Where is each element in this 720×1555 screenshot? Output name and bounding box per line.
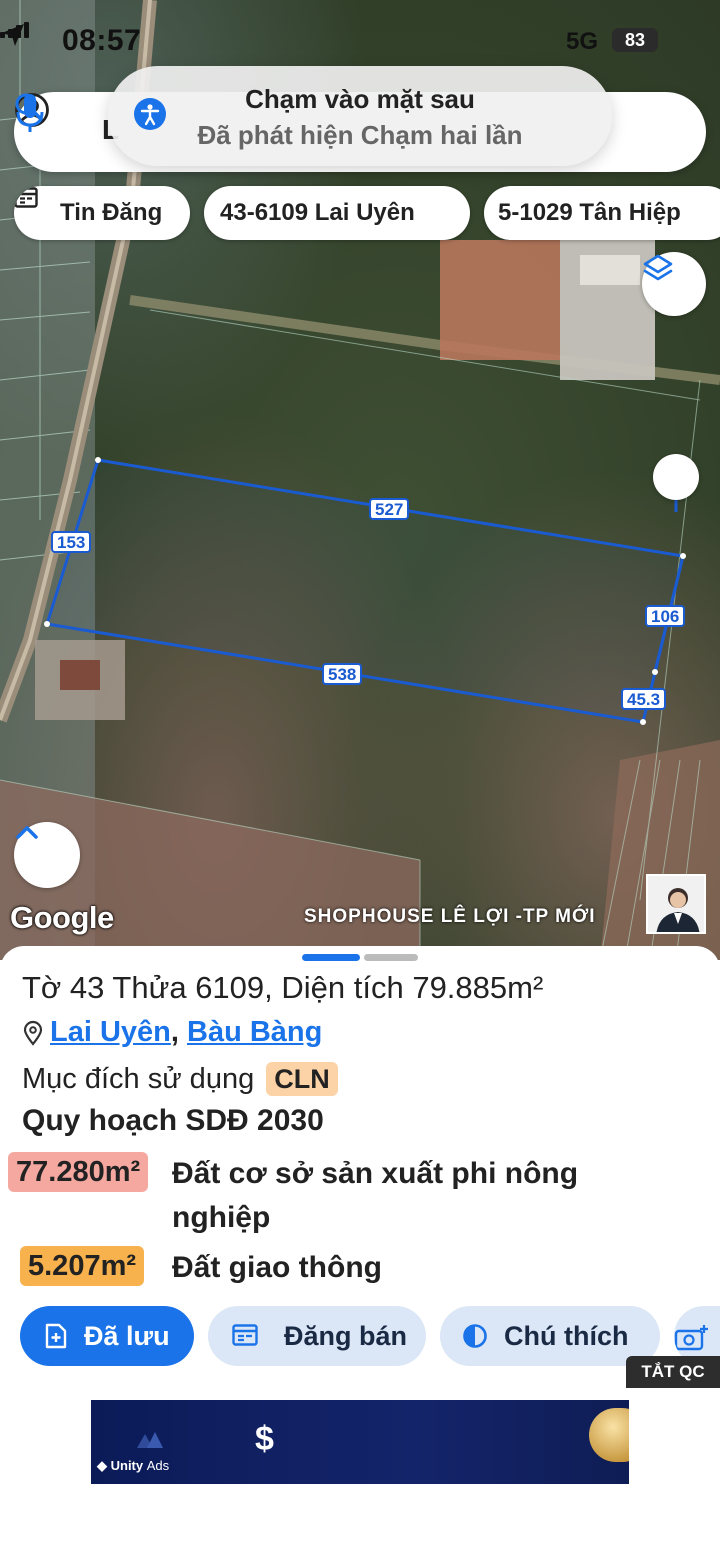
purpose-code-badge: CLN	[266, 1062, 338, 1096]
layers-icon	[643, 254, 673, 281]
dimension-label-top: 527	[369, 498, 410, 520]
dimension-label-southeast: 45.3	[621, 688, 667, 710]
dimension-label-bottom: 538	[322, 663, 363, 685]
battery-level: 83	[624, 30, 646, 50]
parcel-title: Tờ 43 Thửa 6109, Diện tích 79.885m²	[22, 970, 544, 1005]
map-drag-handle[interactable]	[653, 454, 699, 500]
contrast-icon	[463, 1324, 487, 1348]
parcel-boundary[interactable]	[45, 458, 685, 724]
parcel-info-sheet[interactable]: Tờ 43 Thửa 6109, Diện tích 79.885m² Lai …	[0, 946, 720, 1555]
location-separator: ,	[170, 1016, 179, 1048]
status-time: 08:57	[62, 24, 142, 57]
dimension-label-west: 153	[51, 531, 92, 553]
district-link[interactable]: Bàu Bàng	[187, 1016, 322, 1048]
legend-button-label: Chú thích	[504, 1321, 629, 1351]
area-badge: 77.280m²	[8, 1152, 149, 1192]
ad-brand-suffix: Ads	[146, 1458, 170, 1473]
google-logo: Google	[10, 900, 114, 935]
parcel-vertex	[680, 553, 686, 559]
house-roof	[60, 660, 100, 690]
toast-title: Chạm vào mặt sau	[245, 84, 475, 114]
network-type: 5G	[566, 28, 599, 55]
factory-roof	[580, 255, 640, 285]
ad-dollar-symbol: $	[255, 1420, 274, 1458]
clearing	[440, 240, 560, 360]
filter-chips: Tin Đăng 43-6109 Lai Uyên 5-1029 Tân Hiệ…	[0, 186, 720, 242]
ad-banner[interactable]: $ ◆ Unity Ads	[91, 1400, 629, 1484]
microphone-icon[interactable]	[14, 92, 46, 134]
satellite-map[interactable]: 527 153 106 538 45.3 Google SHOPHOUSE LÊ…	[0, 0, 720, 960]
chip-parcel-label: 43-6109 Lai Uyên	[220, 199, 415, 226]
person-icon	[656, 888, 700, 932]
purpose-label: Mục đích sử dụng	[22, 1063, 255, 1095]
chip-listings-label: Tin Đăng	[60, 199, 163, 226]
map-watermark: SHOPHOUSE LÊ LỢI -TP MỚI	[304, 906, 596, 927]
area-description: Đất giao thông	[172, 1251, 382, 1284]
land-use-purpose: Mục đích sử dụng CLN	[22, 1062, 338, 1096]
dimension-label-east: 106	[645, 605, 686, 627]
post-button-label: Đăng bán	[284, 1321, 408, 1351]
document-add-icon	[45, 1323, 67, 1349]
app-root: 527 153 106 538 45.3 Google SHOPHOUSE LÊ…	[0, 0, 720, 1555]
parcel-vertex	[95, 457, 101, 463]
add-photo-icon	[674, 1325, 708, 1351]
calendar-icon	[14, 187, 38, 208]
coin-image	[589, 1408, 629, 1462]
plan-title: Quy hoạch SDĐ 2030	[22, 1104, 324, 1137]
back-tap-toast: Chạm vào mặt sau Đã phát hiện Chạm hai l…	[108, 66, 612, 166]
ward-link[interactable]: Lai Uyên	[50, 1016, 171, 1048]
expand-up-button[interactable]	[14, 822, 80, 888]
post-for-sale-button[interactable]: Đăng bán	[208, 1306, 426, 1366]
signal-icon	[0, 22, 29, 38]
layers-button[interactable]	[642, 252, 706, 316]
chip-parcel-label: 5-1029 Tân Hiệp	[498, 199, 681, 226]
parcel-vertex	[44, 621, 50, 627]
sheet-handle[interactable]	[364, 954, 418, 961]
calendar-icon	[232, 1324, 258, 1346]
status-bar: 08:57 5G 83	[0, 22, 720, 62]
area-description: Đất cơ sở sản xuất phi nông nghiệp	[172, 1157, 579, 1234]
toast-subtitle: Đã phát hiện Chạm hai lần	[197, 120, 523, 150]
chip-parcel-lai-uyen[interactable]: 43-6109 Lai Uyên	[204, 186, 470, 240]
chevron-up-icon	[16, 826, 38, 839]
ad-brand: Unity	[110, 1458, 144, 1473]
saved-button[interactable]: Đã lưu	[20, 1306, 194, 1366]
parcel-vertex	[640, 719, 646, 725]
chip-listings[interactable]: Tin Đăng	[14, 186, 190, 240]
parcel-vertex	[652, 669, 658, 675]
chip-parcel-tan-hiep[interactable]: 5-1029 Tân Hiệp	[484, 186, 720, 240]
action-buttons: Đã lưu Đăng bán Chú thích	[0, 1306, 720, 1366]
hide-ads-button[interactable]: TẮT QC	[626, 1356, 720, 1388]
location-pin-icon	[23, 1021, 43, 1047]
parcel-location: Lai Uyên, Bàu Bàng	[22, 1016, 322, 1056]
sheet-handle-active[interactable]	[302, 954, 360, 961]
saved-button-label: Đã lưu	[84, 1321, 170, 1351]
area-badge: 5.207m²	[20, 1246, 145, 1286]
unity-ads-logo: ◆ Unity Ads	[97, 1458, 170, 1473]
avatar	[646, 874, 706, 934]
battery-icon: 83	[612, 28, 658, 52]
ad-logo-icon	[137, 1432, 163, 1448]
